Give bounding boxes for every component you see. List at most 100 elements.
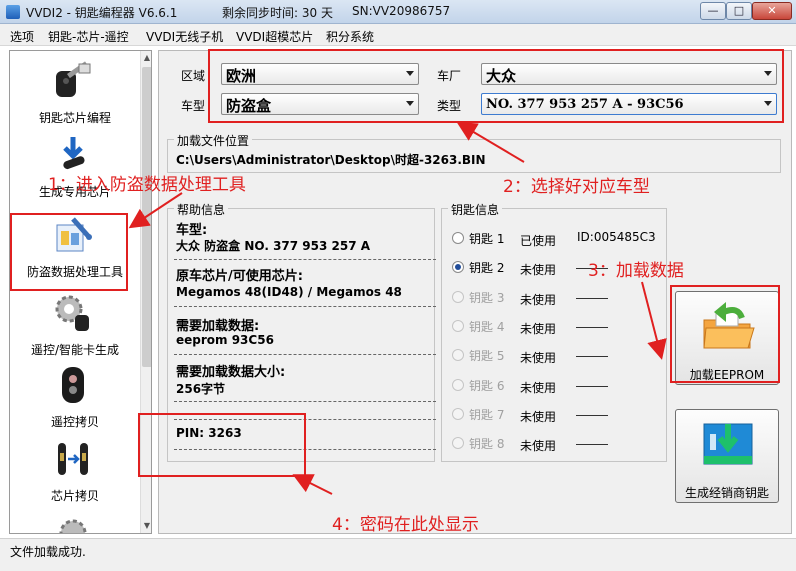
help-model-head: 车型:: [176, 223, 208, 238]
sidebar-item-chip-copy[interactable]: 芯片拷贝: [10, 435, 140, 515]
sidebar: 钥匙芯片编程 生成专用芯片 防盗数据处理工具 遥控/智能卡生成 遥控拷贝 芯片拷…: [9, 50, 152, 534]
scroll-down-icon[interactable]: ▼: [141, 519, 151, 533]
key-row[interactable]: 钥匙 8 未使用: [452, 434, 662, 454]
key-empty-dash: [576, 385, 608, 387]
menu-key-chip-remote[interactable]: 钥匙-芯片-遥控: [48, 28, 129, 45]
menu-bar: 选项 钥匙-芯片-遥控 VVDI无线子机 VVDI超模芯片 积分系统: [0, 24, 796, 46]
key-status: 未使用: [520, 321, 557, 336]
help-chip-value: Megamos 48(ID48) / Megamos 48: [176, 285, 402, 299]
separator: [174, 259, 436, 260]
scroll-up-icon[interactable]: ▲: [141, 51, 151, 65]
dealer-key-label: 生成经销商钥匙: [684, 486, 769, 500]
sidebar-item-remote-smartcard[interactable]: 遥控/智能卡生成: [10, 289, 140, 369]
dealer-key-icon: [703, 423, 753, 465]
annotation-step2: 2：选择好对应车型: [503, 177, 650, 197]
help-data-head: 需要加载数据:: [176, 319, 260, 334]
sidebar-item-label: 钥匙芯片编程: [38, 111, 111, 125]
key-radio: [452, 437, 464, 450]
annotation-box-pin: [138, 413, 306, 477]
key-empty-dash: [576, 356, 608, 358]
key-status: 未使用: [520, 409, 557, 424]
key-row[interactable]: 钥匙 6 未使用: [452, 376, 662, 396]
help-size-head: 需要加载数据大小:: [176, 365, 286, 380]
annotation-box-vehicle-select: [208, 49, 784, 123]
key-info-title: 钥匙信息: [448, 201, 503, 218]
model-label: 车型: [181, 99, 206, 113]
separator: [174, 401, 436, 402]
key-radio: [452, 349, 464, 362]
key-name: 钥匙 3: [469, 290, 505, 305]
key-status: 未使用: [520, 380, 557, 395]
remote-copy-icon: [62, 367, 84, 403]
serial-number: SN:VV20986757: [352, 4, 451, 18]
menu-points-system[interactable]: 积分系统: [326, 28, 374, 45]
key-info-group: 钥匙信息 钥匙 1 已使用 ID:005485C3 钥匙 2 未使用 钥匙 3 未使用 钥匙 …: [441, 201, 667, 462]
sidebar-item-label: 遥控/智能卡生成: [30, 343, 120, 357]
sync-remaining: 剩余同步时间: 30 天: [222, 6, 333, 20]
key-status: 已使用: [520, 234, 557, 248]
key-radio[interactable]: [452, 232, 464, 244]
app-icon: [6, 5, 20, 19]
key-status: 未使用: [520, 292, 557, 307]
annotation-step1: 1：进入防盗数据处理工具: [48, 175, 246, 195]
annotation-box-load-eeprom: [670, 285, 780, 383]
car-key-icon: [56, 61, 91, 97]
key-radio: [452, 290, 464, 303]
remote-gear-icon: [55, 295, 89, 331]
key-name: 钥匙 1: [469, 232, 505, 246]
file-path: C:\Users\Administrator\Desktop\时超-3263.B…: [176, 153, 486, 167]
menu-vvdi-super-chip[interactable]: VVDI超模芯片: [236, 28, 313, 45]
annotation-box-immo-tool: [10, 213, 128, 291]
sidebar-item-key-programming[interactable]: 钥匙芯片编程: [10, 57, 140, 137]
sidebar-item-remote-copy[interactable]: 遥控拷贝: [10, 361, 140, 441]
separator: [174, 354, 436, 355]
help-size-value: 256字节: [176, 382, 226, 396]
key-name: 钥匙 6: [469, 378, 505, 393]
sidebar-item-label: 遥控拷贝: [50, 415, 99, 429]
sidebar-item-more[interactable]: [10, 509, 140, 533]
scroll-thumb[interactable]: [142, 67, 151, 367]
help-info-title: 帮助信息: [174, 201, 229, 218]
key-radio: [452, 378, 464, 391]
key-empty-dash: [576, 414, 608, 416]
key-empty-dash: [576, 326, 608, 328]
key-radio[interactable]: [452, 261, 464, 274]
key-radio: [452, 319, 464, 332]
title-bar: VVDI2 - 钥匙编程器 V6.6.1 剩余同步时间: 30 天 SN:VV2…: [0, 0, 796, 24]
transponder-chip-icon: [63, 137, 85, 170]
file-location-group: 加载文件位置 C:\Users\Administrator\Desktop\时超…: [167, 132, 781, 173]
status-text: 文件加载成功.: [10, 545, 86, 559]
key-name: 钥匙 4: [469, 319, 505, 334]
key-name: 钥匙 7: [469, 407, 505, 422]
annotation-step3: 3：加载数据: [588, 261, 684, 281]
status-bar: 文件加载成功.: [0, 538, 796, 571]
key-id: ID:005485C3: [577, 230, 656, 244]
key-name: 钥匙 8: [469, 437, 505, 452]
key-row[interactable]: 钥匙 3 未使用: [452, 288, 662, 308]
menu-options[interactable]: 选项: [10, 28, 34, 45]
help-chip-head: 原车芯片/可使用芯片:: [176, 269, 303, 284]
minimize-button[interactable]: —: [700, 2, 726, 20]
region-label: 区域: [181, 69, 206, 83]
gear-icon: [59, 519, 87, 533]
key-name: 钥匙 2: [469, 261, 505, 276]
key-row[interactable]: 钥匙 5 未使用: [452, 346, 662, 366]
key-empty-dash: [576, 297, 608, 299]
help-model-value: 大众 防盗盒 NO. 377 953 257 A: [176, 239, 371, 253]
help-data-value: eeprom 93C56: [176, 333, 274, 347]
file-location-label: 加载文件位置: [174, 132, 253, 149]
window-title: VVDI2 - 钥匙编程器 V6.6.1: [26, 6, 178, 20]
key-empty-dash: [576, 444, 608, 446]
key-radio: [452, 407, 464, 420]
dealer-key-button[interactable]: 生成经销商钥匙: [675, 409, 779, 503]
key-row[interactable]: 钥匙 7 未使用: [452, 405, 662, 425]
maximize-button[interactable]: □: [726, 2, 752, 20]
key-name: 钥匙 5: [469, 349, 505, 364]
separator: [174, 306, 436, 307]
menu-vvdi-wireless[interactable]: VVDI无线子机: [146, 28, 223, 45]
close-button[interactable]: ✕: [752, 2, 792, 20]
key-status: 未使用: [520, 351, 557, 366]
annotation-step4: 4：密码在此处显示: [332, 515, 479, 535]
key-row[interactable]: 钥匙 1 已使用 ID:005485C3: [452, 229, 662, 249]
key-row[interactable]: 钥匙 4 未使用: [452, 317, 662, 337]
